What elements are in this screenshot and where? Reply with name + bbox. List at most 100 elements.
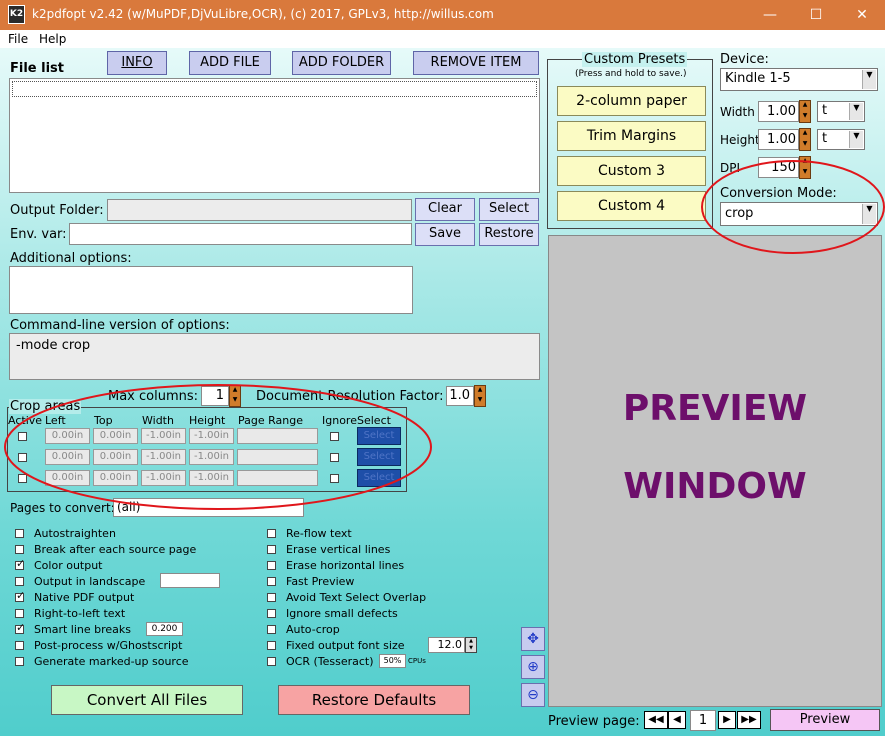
- spin-up-icon[interactable]: ▲: [466, 638, 476, 645]
- max-columns-field[interactable]: 1: [201, 386, 229, 406]
- dpi-field[interactable]: 150: [758, 157, 799, 178]
- env-var-field[interactable]: [69, 223, 412, 245]
- menu-help[interactable]: Help: [39, 32, 66, 46]
- clear-button[interactable]: Clear: [415, 198, 475, 221]
- max-columns-spinner[interactable]: ▲ ▼: [229, 385, 241, 407]
- right-to-left-checkbox[interactable]: [15, 609, 24, 618]
- preview-button[interactable]: Preview: [770, 709, 880, 731]
- crop-top-field[interactable]: 0.00in: [93, 428, 138, 444]
- preview-page-field[interactable]: 1: [690, 710, 716, 731]
- add-folder-button[interactable]: ADD FOLDER: [292, 51, 391, 75]
- font-size-field[interactable]: 12.0: [428, 637, 465, 653]
- menu-file[interactable]: File: [8, 32, 28, 46]
- convert-all-button[interactable]: Convert All Files: [51, 685, 243, 715]
- first-page-icon[interactable]: ◀◀: [644, 711, 668, 729]
- crop-select-button[interactable]: Select: [357, 427, 401, 445]
- spin-up-icon[interactable]: ▲: [800, 157, 810, 168]
- save-button[interactable]: Save: [415, 223, 475, 246]
- crop-ignore-checkbox[interactable]: [330, 432, 339, 441]
- output-folder-field[interactable]: [107, 199, 412, 221]
- last-page-icon[interactable]: ▶▶: [737, 711, 761, 729]
- doc-resolution-spinner[interactable]: ▲ ▼: [474, 385, 486, 407]
- spin-up-icon[interactable]: ▲: [475, 386, 485, 396]
- crop-left-field[interactable]: 0.00in: [45, 449, 90, 465]
- crop-active-checkbox[interactable]: [18, 432, 27, 441]
- crop-width-field[interactable]: -1.00in: [141, 449, 186, 465]
- fast-preview-checkbox[interactable]: [267, 577, 276, 586]
- smart-line-field[interactable]: 0.200: [146, 622, 183, 636]
- info-button[interactable]: INFO: [107, 51, 167, 75]
- avoid-overlap-checkbox[interactable]: [267, 593, 276, 602]
- device-select[interactable]: Kindle 1-5 ▼: [720, 68, 878, 91]
- preset-custom-3-button[interactable]: Custom 3: [557, 156, 706, 186]
- post-process-checkbox[interactable]: [15, 641, 24, 650]
- spin-down-icon[interactable]: ▼: [800, 112, 810, 123]
- height-unit-select[interactable]: t ▼: [817, 129, 865, 150]
- auto-crop-checkbox[interactable]: [267, 625, 276, 634]
- zoom-in-icon[interactable]: ⊕: [521, 655, 545, 679]
- crop-height-field[interactable]: -1.00in: [189, 449, 234, 465]
- remove-item-button[interactable]: REMOVE ITEM: [413, 51, 539, 75]
- native-pdf-checkbox[interactable]: [15, 589, 25, 602]
- fit-icon[interactable]: ✥: [521, 627, 545, 651]
- dpi-spinner[interactable]: ▲ ▼: [799, 156, 811, 179]
- additional-options-field[interactable]: [9, 266, 413, 314]
- height-spinner[interactable]: ▲ ▼: [799, 128, 811, 151]
- spin-down-icon[interactable]: ▼: [800, 140, 810, 151]
- add-file-button[interactable]: ADD FILE: [189, 51, 271, 75]
- crop-width-field[interactable]: -1.00in: [141, 428, 186, 444]
- autostraighten-checkbox[interactable]: [15, 529, 24, 538]
- crop-active-checkbox[interactable]: [18, 474, 27, 483]
- crop-select-button[interactable]: Select: [357, 469, 401, 487]
- conversion-mode-select[interactable]: crop ▼: [720, 202, 878, 226]
- maximize-icon[interactable]: ☐: [793, 0, 839, 30]
- crop-top-field[interactable]: 0.00in: [93, 470, 138, 486]
- preset-2-column-button[interactable]: 2-column paper: [557, 86, 706, 116]
- marked-up-source-checkbox[interactable]: [15, 657, 24, 666]
- spin-up-icon[interactable]: ▲: [230, 386, 240, 396]
- crop-active-checkbox[interactable]: [18, 453, 27, 462]
- color-output-checkbox[interactable]: [15, 557, 25, 570]
- spin-down-icon[interactable]: ▼: [475, 396, 485, 406]
- close-icon[interactable]: ✕: [839, 0, 885, 30]
- next-page-icon[interactable]: ▶: [718, 711, 736, 729]
- landscape-field[interactable]: [160, 573, 220, 588]
- ocr-percent-field[interactable]: 50%: [379, 654, 406, 668]
- erase-horizontal-checkbox[interactable]: [267, 561, 276, 570]
- minimize-icon[interactable]: —: [747, 0, 793, 30]
- file-list-box[interactable]: [9, 78, 540, 193]
- restore-button[interactable]: Restore: [479, 223, 539, 246]
- break-after-page-checkbox[interactable]: [15, 545, 24, 554]
- preset-custom-4-button[interactable]: Custom 4: [557, 191, 706, 221]
- crop-height-field[interactable]: -1.00in: [189, 428, 234, 444]
- zoom-out-icon[interactable]: ⊖: [521, 683, 545, 707]
- height-field[interactable]: 1.00: [758, 129, 799, 150]
- restore-defaults-button[interactable]: Restore Defaults: [278, 685, 470, 715]
- crop-left-field[interactable]: 0.00in: [45, 470, 90, 486]
- fixed-font-checkbox[interactable]: [267, 641, 276, 650]
- width-spinner[interactable]: ▲ ▼: [799, 100, 811, 123]
- select-folder-button[interactable]: Select: [479, 198, 539, 221]
- crop-left-field[interactable]: 0.00in: [45, 428, 90, 444]
- crop-width-field[interactable]: -1.00in: [141, 470, 186, 486]
- spin-down-icon[interactable]: ▼: [800, 168, 810, 179]
- width-unit-select[interactable]: t ▼: [817, 101, 865, 122]
- crop-page-range-field[interactable]: [237, 428, 318, 444]
- smart-line-breaks-checkbox[interactable]: [15, 621, 25, 634]
- crop-top-field[interactable]: 0.00in: [93, 449, 138, 465]
- font-size-spinner[interactable]: ▲ ▼: [465, 637, 477, 653]
- erase-vertical-checkbox[interactable]: [267, 545, 276, 554]
- crop-height-field[interactable]: -1.00in: [189, 470, 234, 486]
- preset-trim-margins-button[interactable]: Trim Margins: [557, 121, 706, 151]
- spin-down-icon[interactable]: ▼: [230, 396, 240, 406]
- spin-up-icon[interactable]: ▲: [800, 101, 810, 112]
- crop-page-range-field[interactable]: [237, 449, 318, 465]
- crop-ignore-checkbox[interactable]: [330, 453, 339, 462]
- crop-page-range-field[interactable]: [237, 470, 318, 486]
- ignore-defects-checkbox[interactable]: [267, 609, 276, 618]
- doc-resolution-field[interactable]: 1.0: [446, 386, 474, 406]
- reflow-checkbox[interactable]: [267, 529, 276, 538]
- spin-up-icon[interactable]: ▲: [800, 129, 810, 140]
- spin-down-icon[interactable]: ▼: [466, 645, 476, 652]
- ocr-checkbox[interactable]: [267, 657, 276, 666]
